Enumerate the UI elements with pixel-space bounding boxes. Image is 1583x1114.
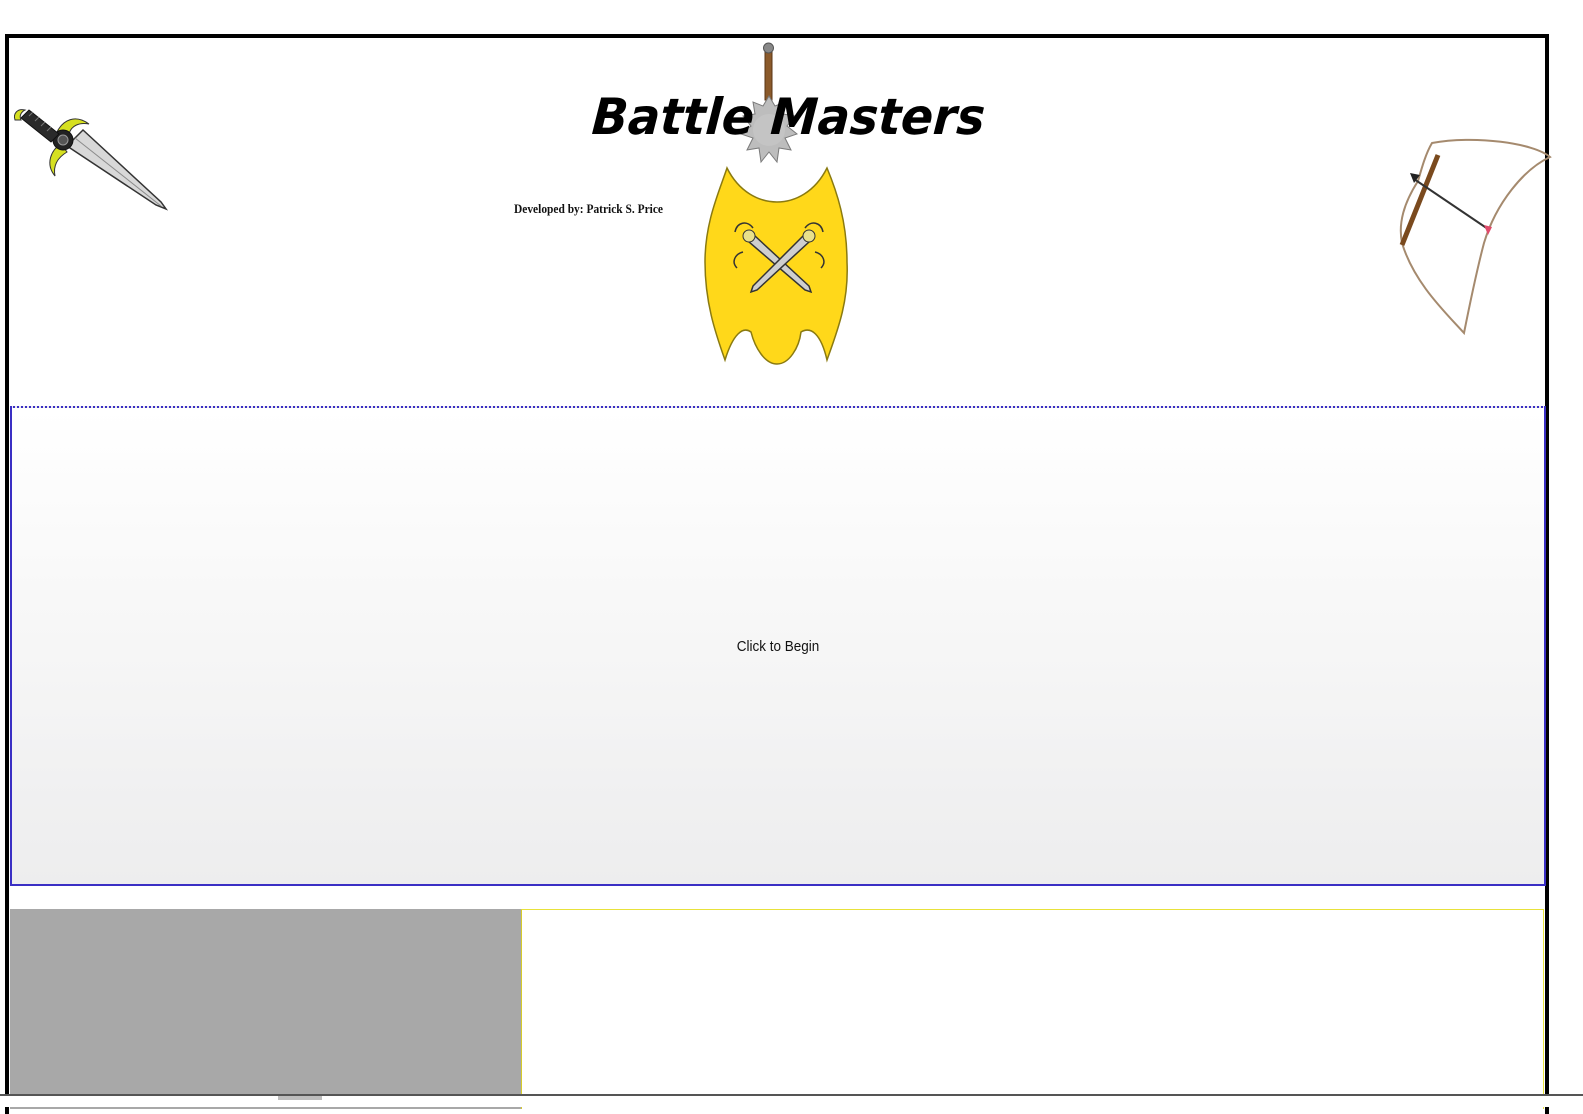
game-header: Battle Masters Developed by: Patrick S. … [9, 38, 1552, 406]
developer-credit: Developed by: Patrick S. Price [514, 201, 664, 216]
start-label: Click to Begin [736, 638, 820, 655]
bow-icon [1399, 138, 1552, 336]
page-title: Battle Masters [590, 88, 987, 146]
game-frame: Battle Masters Developed by: Patrick S. … [5, 34, 1552, 1114]
message-panel [521, 909, 1544, 1109]
start-game-button[interactable]: Click to Begin [10, 406, 1546, 886]
status-panel [10, 909, 522, 1109]
horizontal-scrollbar[interactable] [0, 1094, 1583, 1107]
sword-icon [14, 109, 169, 211]
scrollbar-thumb[interactable] [278, 1096, 322, 1100]
